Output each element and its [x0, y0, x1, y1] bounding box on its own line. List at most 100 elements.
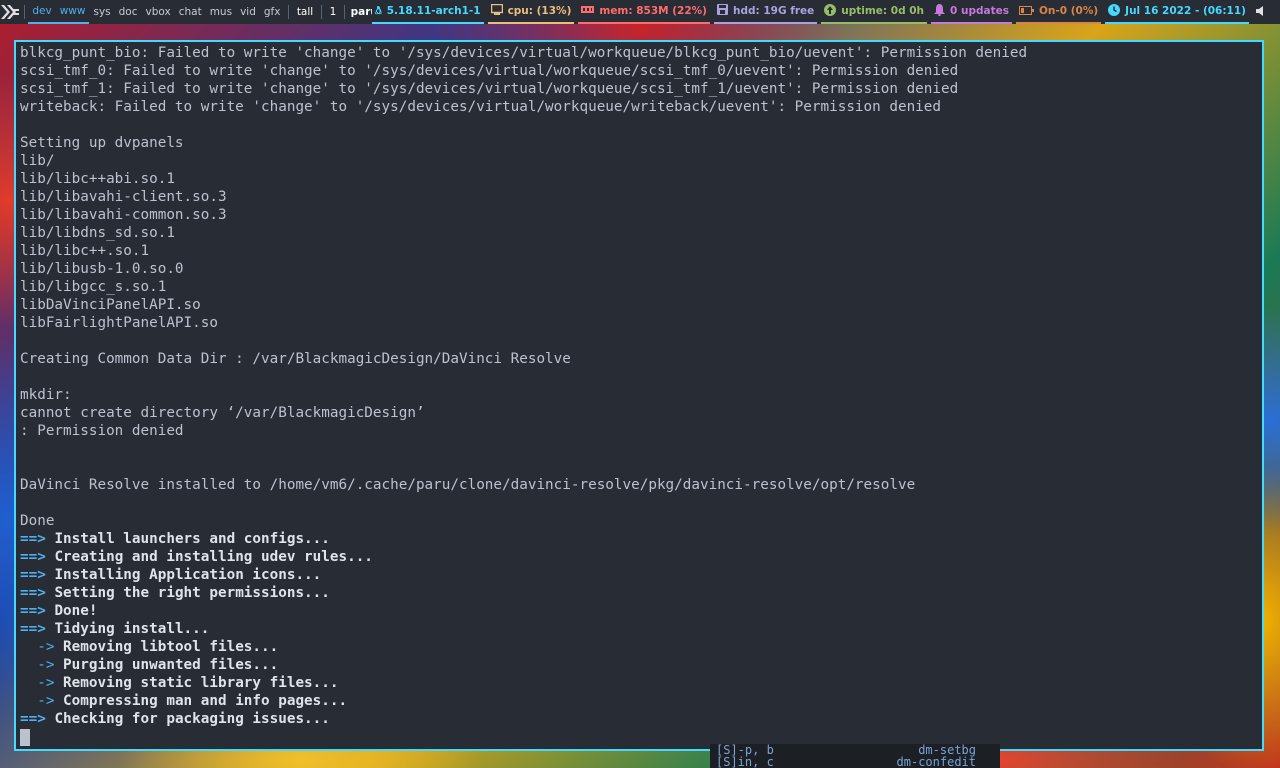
terminal-line: lib/libavahi-common.so.3 [20, 207, 227, 223]
kernel-version: 5.18.11-arch1-1 [386, 5, 481, 17]
terminal-line: lib/ [20, 153, 55, 169]
window-title: paru -S dav [350, 6, 372, 18]
workspace-gfx[interactable]: gfx [260, 0, 285, 24]
kernel-widget: 🐧︎ 5.18.11-arch1-1 [371, 0, 484, 24]
workspace-www[interactable]: www [55, 0, 90, 24]
cpu-widget[interactable]: cpu: (13%) [487, 0, 575, 24]
volume-widget[interactable] [1253, 0, 1276, 24]
terminal-line: scsi_tmf_0: Failed to write 'change' to … [20, 63, 959, 79]
keybinding-command: dm-confedit [896, 755, 976, 768]
step-arrow: ==> [20, 567, 46, 583]
workspace-mus[interactable]: mus [206, 0, 236, 24]
terminal-line: -> Purging unwanted files... [20, 656, 1258, 674]
clock-value: Jul 16 2022 - (06:11) [1125, 5, 1246, 17]
penguin-icon: 🐧︎ [374, 3, 382, 17]
terminal-window[interactable]: blkcg_punt_bio: Failed to write 'change'… [14, 40, 1264, 751]
terminal-line: Done [20, 513, 55, 529]
terminal-line: lib/libgcc_s.so.1 [20, 279, 167, 295]
battery-widget: On-0 (0%) [1016, 0, 1102, 24]
uptime-value: uptime: 0d 0h [841, 5, 925, 17]
terminal-line: DaVinci Resolve installed to /home/vm6/.… [20, 477, 916, 493]
layout-indicator[interactable]: tall [293, 6, 317, 18]
terminal-output: blkcg_punt_bio: Failed to write 'change'… [20, 44, 1258, 728]
disk-widget[interactable]: hdd: 19G free [714, 0, 818, 24]
background-keybindings-window: [S]-p, b dm-setbg [S]in, c dm-confedit [710, 744, 1000, 768]
step-arrow: -> [20, 657, 55, 673]
step-arrow: ==> [20, 585, 46, 601]
terminal-line: lib/libc++abi.so.1 [20, 171, 175, 187]
prompt-line[interactable] [20, 728, 1258, 746]
terminal-line: libDaVinciPanelAPI.so [20, 297, 201, 313]
memory-usage: mem: 853M (22%) [599, 5, 707, 17]
uptime-widget: uptime: 0d 0h [821, 0, 928, 24]
bell-icon [934, 3, 946, 19]
step-arrow: ==> [20, 549, 46, 565]
disk-icon [717, 4, 728, 18]
step-text: Compressing man and info pages... [63, 693, 348, 709]
terminal-line: writeback: Failed to write 'change' to '… [20, 99, 941, 115]
workspace-chat[interactable]: chat [175, 0, 206, 24]
memory-widget[interactable]: mem: 853M (22%) [578, 0, 710, 24]
uptime-icon [824, 3, 837, 19]
keybinding-keys: [S]in, c [716, 755, 774, 768]
step-arrow: ==> [20, 711, 46, 727]
step-text: Removing libtool files... [63, 639, 279, 655]
terminal-line: Setting up dvpanels [20, 135, 184, 151]
terminal-line: blkcg_punt_bio: Failed to write 'change'… [20, 45, 1028, 61]
terminal-line: lib/libavahi-client.so.3 [20, 189, 227, 205]
memory-icon [581, 5, 595, 18]
cpu-usage: cpu: (13%) [507, 5, 572, 17]
status-bar: dev www sys doc vbox chat mus vid gfx tall 1 par… [0, 0, 1280, 24]
workspace-vid[interactable]: vid [236, 0, 260, 24]
terminal-line: ==> Done! [20, 602, 1258, 620]
updates-widget[interactable]: 0 updates [931, 0, 1012, 24]
workspace-doc[interactable]: doc [115, 0, 142, 24]
terminal-line: cannot create directory ‘/var/Blackmagic… [20, 405, 425, 421]
terminal-line: scsi_tmf_1: Failed to write 'change' to … [20, 81, 959, 97]
workspace-list: dev www sys doc vbox chat mus vid gfx [28, 0, 284, 24]
clock-icon [1108, 3, 1121, 19]
disk-free: hdd: 19G free [733, 5, 815, 17]
workspace-sys[interactable]: sys [89, 0, 114, 24]
terminal-line: -> Removing static library files... [20, 674, 1258, 692]
step-text: Install launchers and configs... [54, 531, 330, 547]
step-text: Tidying install... [54, 621, 210, 637]
workspace-dev[interactable]: dev [28, 0, 56, 24]
terminal-line: libFairlightPanelAPI.so [20, 315, 218, 331]
xmonad-logo-icon[interactable] [0, 0, 20, 24]
step-arrow: -> [20, 693, 55, 709]
terminal-line: -> Removing libtool files... [20, 638, 1258, 656]
step-text: Removing static library files... [63, 675, 339, 691]
terminal-line: lib/libdns_sd.so.1 [20, 225, 175, 241]
step-arrow: ==> [20, 531, 46, 547]
battery-icon [1019, 5, 1034, 18]
step-text: Installing Application icons... [54, 567, 322, 583]
terminal-line: Creating Common Data Dir : /var/Blackmag… [20, 351, 571, 367]
text-cursor [20, 728, 30, 746]
keybinding-row: [S]in, c dm-confedit [716, 756, 976, 768]
terminal-line: ==> Creating and installing udev rules..… [20, 548, 1258, 566]
terminal-line: ==> Install launchers and configs... [20, 530, 1258, 548]
terminal-line: lib/libc++.so.1 [20, 243, 150, 259]
terminal-line: ==> Setting the right permissions... [20, 584, 1258, 602]
terminal-line: mkdir: [20, 387, 72, 403]
terminal-line: ==> Tidying install... [20, 620, 1258, 638]
clock-widget[interactable]: Jul 16 2022 - (06:11) [1105, 0, 1249, 24]
terminal-line: ==> Installing Application icons... [20, 566, 1258, 584]
updates-count: 0 updates [950, 5, 1009, 17]
step-arrow: ==> [20, 621, 46, 637]
step-text: Purging unwanted files... [63, 657, 279, 673]
step-text: Done! [54, 603, 98, 619]
workspace-vbox[interactable]: vbox [142, 0, 175, 24]
window-count: 1 [329, 6, 337, 18]
step-arrow: -> [20, 639, 55, 655]
speaker-icon [1255, 5, 1268, 20]
cpu-icon [490, 3, 503, 18]
terminal-line: lib/libusb-1.0.so.0 [20, 261, 184, 277]
